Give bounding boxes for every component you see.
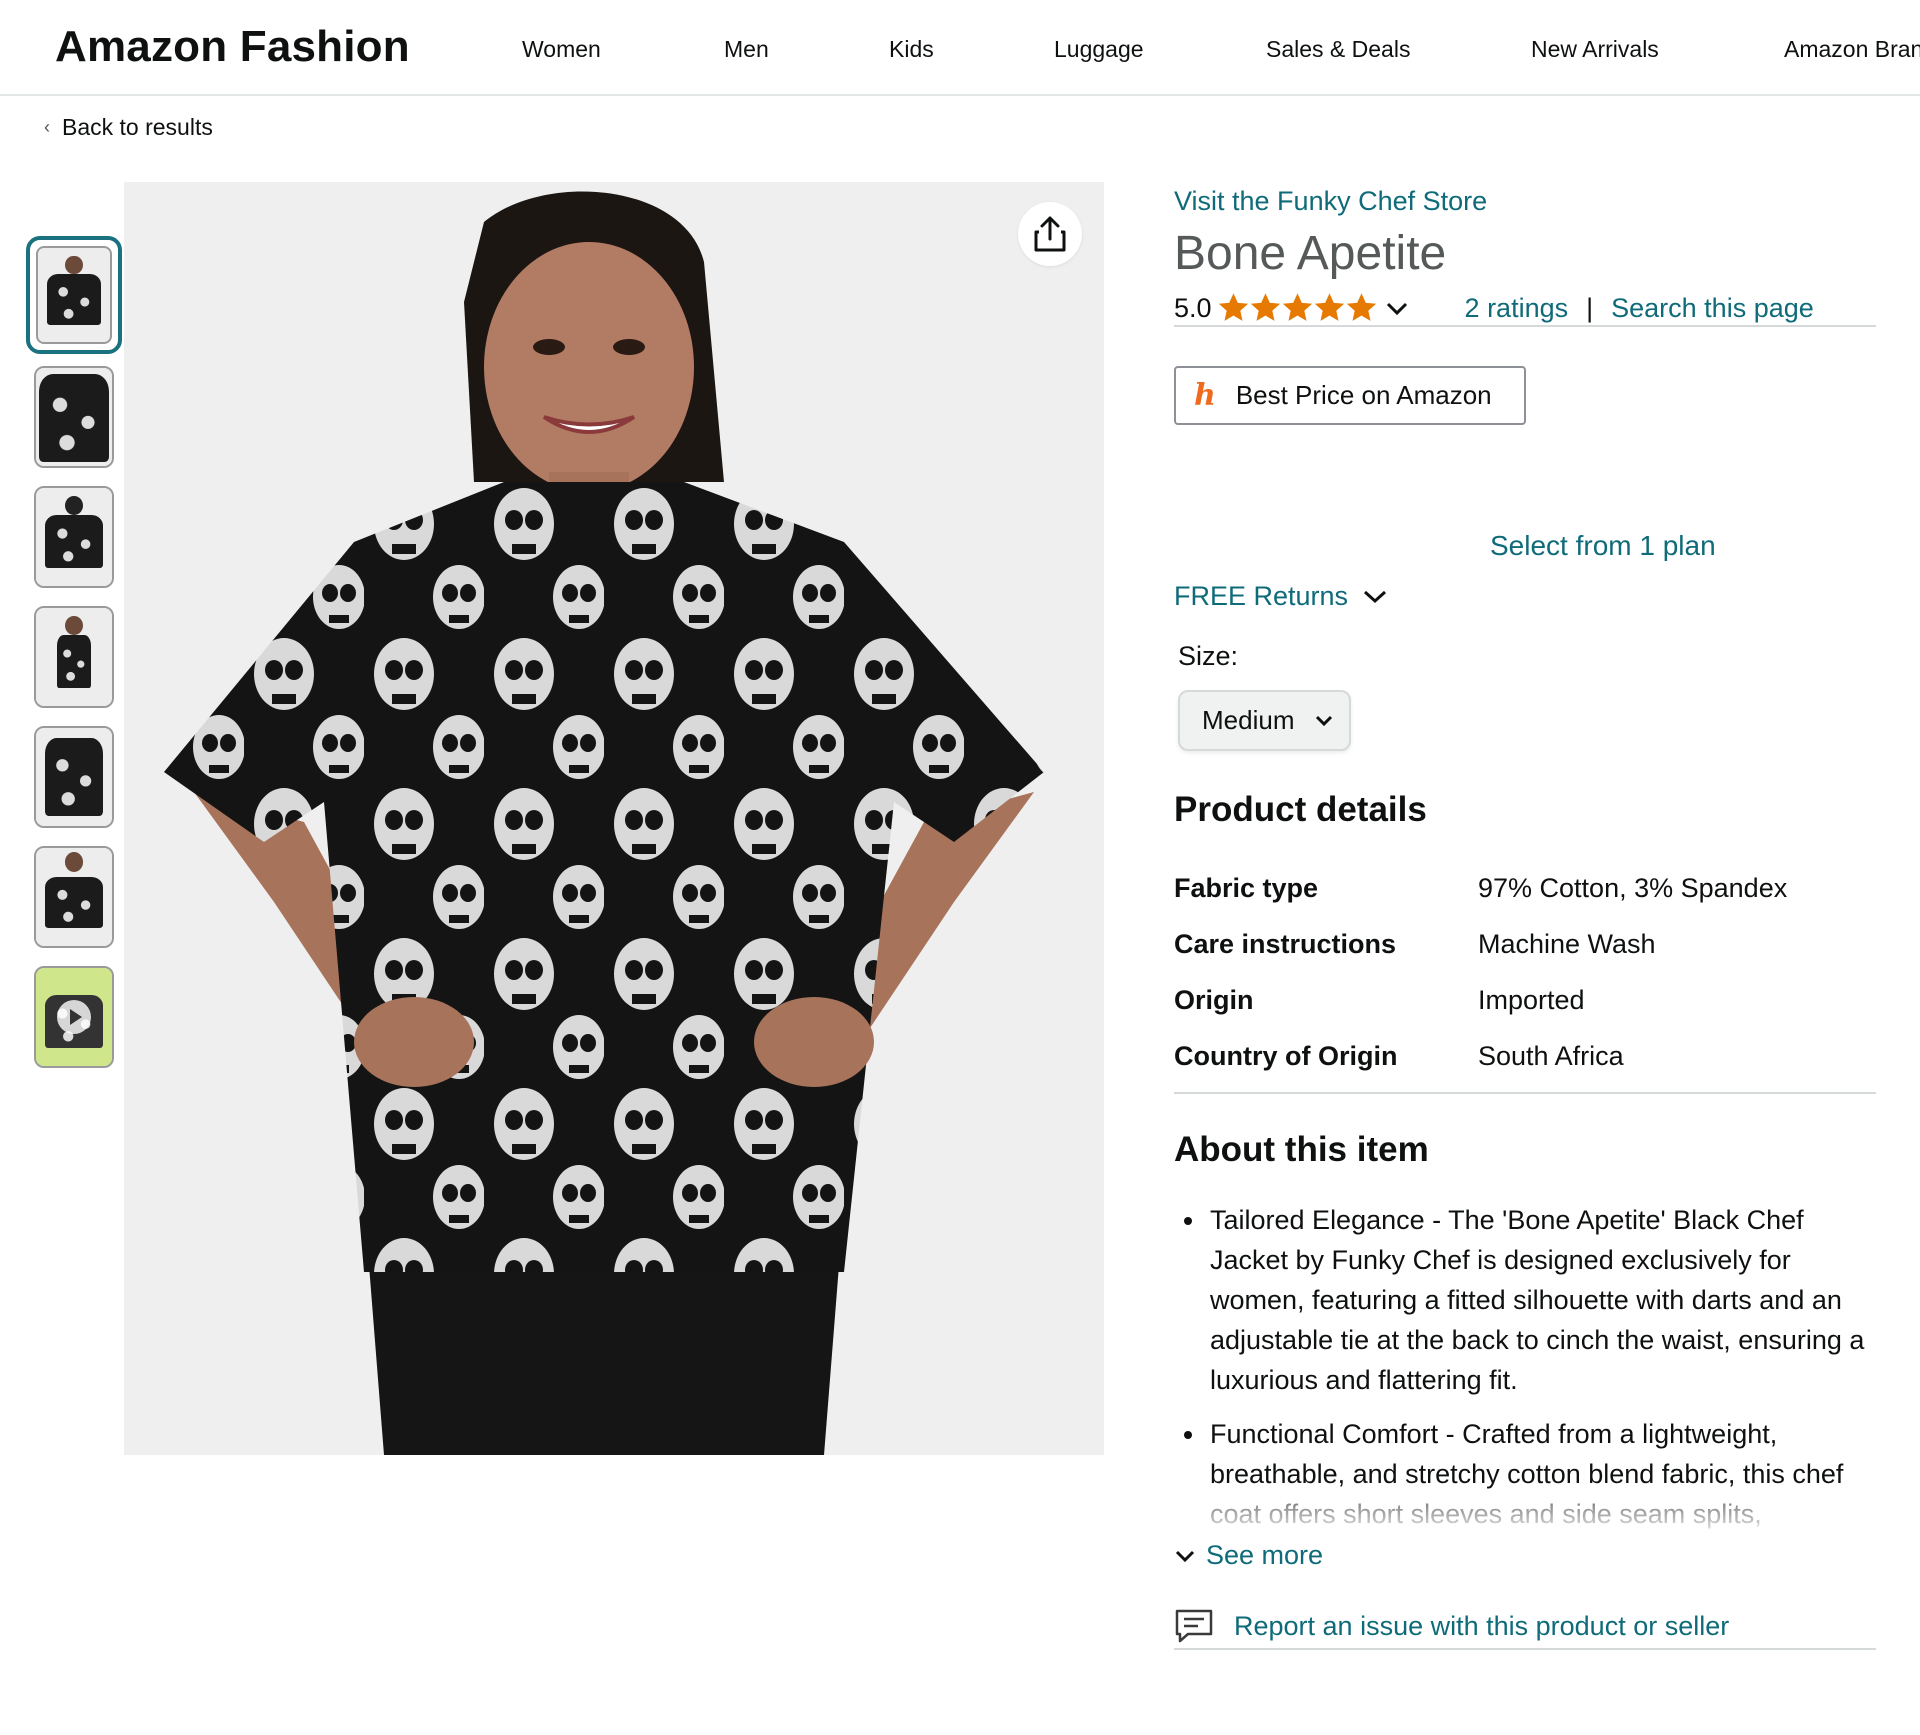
size-dropdown[interactable]: Medium: [1178, 690, 1351, 751]
star-icon: [1346, 293, 1376, 321]
back-link-label: Back to results: [62, 114, 213, 140]
search-this-page-link[interactable]: Search this page: [1611, 293, 1814, 324]
separator: |: [1586, 292, 1594, 323]
detail-key: Care instructions: [1174, 928, 1397, 959]
detail-row: Country of Origin South Africa: [1174, 1028, 1876, 1084]
star-icon: [1314, 293, 1344, 321]
product-title: Bone Apetite: [1174, 227, 1447, 280]
nav-sales-deals[interactable]: Sales & Deals: [1266, 36, 1410, 63]
chevron-down-icon: [1364, 590, 1387, 603]
store-link[interactable]: Visit the Funky Chef Store: [1174, 186, 1487, 217]
thumbnail-image: [36, 968, 112, 1066]
thumbnail-image: [36, 848, 112, 946]
see-more-link[interactable]: See more: [1174, 1540, 1323, 1571]
thumbnail-video[interactable]: [34, 966, 114, 1068]
detail-value: 97% Cotton, 3% Spandex: [1478, 872, 1788, 903]
thumbnail-2[interactable]: [34, 366, 114, 468]
detail-row: Origin Imported: [1174, 972, 1876, 1028]
chevron-down-icon[interactable]: [1385, 293, 1409, 324]
detail-key: Fabric type: [1174, 872, 1319, 903]
thumbnail-image: [36, 608, 112, 706]
star-icon: [1282, 293, 1312, 321]
feedback-icon: [1175, 1609, 1213, 1643]
free-returns-label: FREE Returns: [1174, 581, 1349, 611]
thumbnail-1[interactable]: [26, 236, 122, 354]
brand-logo[interactable]: Amazon Fashion: [55, 22, 410, 72]
play-icon: [57, 1000, 91, 1034]
star-rating[interactable]: [1218, 293, 1377, 323]
thumbnail-4[interactable]: [34, 606, 114, 708]
chevron-down-icon: [1316, 715, 1333, 726]
chevron-left-icon: ‹: [44, 117, 50, 137]
detail-key: Origin: [1174, 984, 1254, 1015]
about-heading: About this item: [1174, 1130, 1429, 1169]
thumbnail-image: [36, 728, 112, 826]
thumbnail-image: [36, 368, 112, 466]
main-product-image[interactable]: [124, 182, 1104, 1455]
ratings-count-link[interactable]: 2 ratings: [1465, 293, 1569, 324]
nav-new-arrivals[interactable]: New Arrivals: [1531, 36, 1659, 63]
see-more-label: See more: [1206, 1540, 1324, 1570]
size-value: Medium: [1202, 705, 1295, 735]
select-plan-link[interactable]: Select from 1 plan: [1490, 530, 1716, 562]
product-details-heading: Product details: [1174, 790, 1427, 829]
star-icon: [1218, 293, 1248, 321]
detail-row: Care instructions Machine Wash: [1174, 916, 1876, 972]
share-icon: [1034, 216, 1066, 252]
thumbnail-3[interactable]: [34, 486, 114, 588]
about-bullet: Tailored Elegance - The 'Bone Apetite' B…: [1174, 1200, 1874, 1400]
thumbnail-6[interactable]: [34, 846, 114, 948]
best-price-button[interactable]: h Best Price on Amazon: [1174, 366, 1526, 425]
nav-men[interactable]: Men: [724, 36, 769, 63]
text-fade: [1174, 1490, 1874, 1536]
top-nav: Amazon Fashion Women Men Kids Luggage Sa…: [0, 0, 1920, 96]
honey-logo-icon: h: [1194, 378, 1216, 413]
thumbnail-5[interactable]: [34, 726, 114, 828]
detail-value: Imported: [1478, 984, 1585, 1015]
back-to-results-link[interactable]: ‹ Back to results: [44, 114, 213, 141]
divider: [1174, 1092, 1876, 1094]
report-issue-label: Report an issue with this product or sel…: [1234, 1610, 1730, 1641]
share-button[interactable]: [1018, 202, 1082, 266]
detail-value: Machine Wash: [1478, 928, 1656, 959]
product-photo: [124, 182, 1104, 1455]
product-details-table: Fabric type 97% Cotton, 3% Spandex Care …: [1174, 860, 1876, 1084]
nav-amazon-brands[interactable]: Amazon Brands: [1784, 36, 1920, 63]
divider: [1174, 1648, 1876, 1650]
free-returns-link[interactable]: FREE Returns: [1174, 581, 1388, 612]
thumbnail-image: [36, 488, 112, 586]
nav-luggage[interactable]: Luggage: [1054, 36, 1144, 63]
detail-row: Fabric type 97% Cotton, 3% Spandex: [1174, 860, 1876, 916]
nav-women[interactable]: Women: [522, 36, 601, 63]
rating-row: 5.0 2 ratings | Search this page: [1174, 290, 1814, 326]
rating-value: 5.0: [1174, 292, 1212, 323]
about-list: Tailored Elegance - The 'Bone Apetite' B…: [1174, 1200, 1874, 1534]
size-label: Size:: [1178, 641, 1239, 671]
detail-key: Country of Origin: [1174, 1040, 1398, 1071]
divider: [1174, 325, 1876, 327]
best-price-label: Best Price on Amazon: [1235, 380, 1492, 410]
star-icon: [1250, 293, 1280, 321]
report-issue-link[interactable]: Report an issue with this product or sel…: [1174, 1608, 1729, 1644]
chevron-down-icon: [1175, 1550, 1195, 1562]
thumbnail-image: [36, 246, 112, 344]
detail-value: South Africa: [1478, 1040, 1624, 1071]
nav-kids[interactable]: Kids: [889, 36, 934, 63]
